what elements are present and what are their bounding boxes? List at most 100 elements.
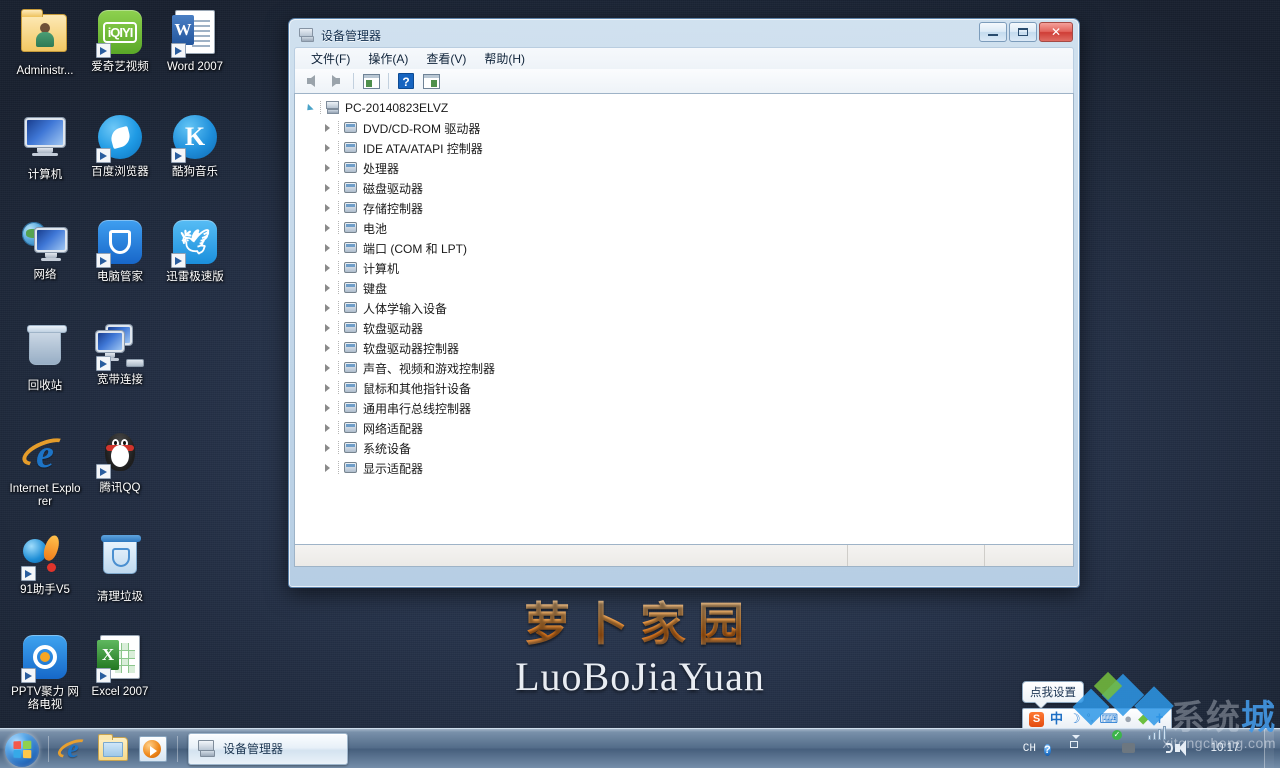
system-tray[interactable]: CH ? ✓ 10:17 — [1023, 729, 1280, 768]
desktop-icon-broadband[interactable]: 宽带连接 — [83, 323, 157, 387]
ime-tools-icon[interactable]: ✝ — [1154, 712, 1165, 726]
ime-punct-icon[interactable]: °, — [1087, 712, 1094, 726]
desktop-icon-iqiyi[interactable]: iQIYI 爱奇艺视频 — [83, 8, 157, 74]
menu-help[interactable]: 帮助(H) — [476, 48, 533, 69]
tray-language-indicator[interactable]: CH — [1023, 743, 1036, 755]
minimize-button[interactable] — [979, 22, 1007, 42]
tree-node[interactable]: IDE ATA/ATAPI 控制器 — [301, 138, 1073, 158]
expander-open-icon[interactable] — [303, 101, 317, 115]
properties-button[interactable] — [420, 71, 442, 91]
device-tree[interactable]: PC-20140823ELVZ DVD/CD-ROM 驱动器IDE ATA/AT… — [294, 93, 1074, 545]
ime-toolbar[interactable]: S 中 ☽ °, ⌨ ● ◆ ✝ — [1022, 708, 1172, 730]
expander-closed-icon[interactable] — [321, 261, 335, 275]
show-desktop-button[interactable] — [1264, 729, 1274, 769]
desktop[interactable]: 萝卜家园 LuoBoJiaYuan Administr... iQIYI 爱奇艺… — [0, 0, 1280, 768]
tree-node[interactable]: 显示适配器 — [301, 458, 1073, 478]
expander-closed-icon[interactable] — [321, 461, 335, 475]
expander-closed-icon[interactable] — [321, 161, 335, 175]
desktop-icon-administrator[interactable]: Administr... — [8, 8, 82, 78]
expander-closed-icon[interactable] — [321, 181, 335, 195]
desktop-icon-internet-explorer[interactable]: e Internet Explorer — [8, 428, 82, 509]
expander-closed-icon[interactable] — [321, 401, 335, 415]
desktop-icon-network[interactable]: 网络 — [8, 218, 82, 282]
expander-closed-icon[interactable] — [321, 201, 335, 215]
desktop-icon-thunder[interactable]: 🕊 迅雷极速版 — [158, 218, 232, 284]
ime-moon-icon[interactable]: ☽ — [1069, 712, 1081, 726]
expander-closed-icon[interactable] — [321, 361, 335, 375]
desktop-icon-kugou-music[interactable]: K 酷狗音乐 — [158, 113, 232, 179]
tree-node[interactable]: 声音、视频和游戏控制器 — [301, 358, 1073, 378]
expander-closed-icon[interactable] — [321, 321, 335, 335]
taskbar-window-list[interactable]: 设备管理器 — [188, 733, 348, 765]
tree-node[interactable]: 鼠标和其他指针设备 — [301, 378, 1073, 398]
tray-help-icon[interactable]: ? — [1044, 740, 1062, 758]
tree-node[interactable]: 通用串行总线控制器 — [301, 398, 1073, 418]
expander-closed-icon[interactable] — [321, 381, 335, 395]
ime-mode-label[interactable]: 中 — [1050, 712, 1063, 726]
tray-pc-manager-icon[interactable] — [1096, 740, 1114, 758]
expander-closed-icon[interactable] — [321, 281, 335, 295]
expander-closed-icon[interactable] — [321, 441, 335, 455]
menu-action[interactable]: 操作(A) — [360, 48, 416, 69]
desktop-icon-pc-manager[interactable]: 电脑管家 — [83, 218, 157, 284]
tree-node[interactable]: 系统设备 — [301, 438, 1073, 458]
window-controls[interactable]: ✕ — [979, 22, 1073, 42]
expander-closed-icon[interactable] — [321, 421, 335, 435]
tree-node[interactable]: 电池 — [301, 218, 1073, 238]
desktop-icon-recycle-bin[interactable]: 回收站 — [8, 323, 82, 393]
forward-button[interactable] — [325, 71, 347, 91]
tree-node[interactable]: 处理器 — [301, 158, 1073, 178]
taskbar-item-device-manager[interactable]: 设备管理器 — [188, 733, 348, 765]
taskbar-clock[interactable]: 10:17 — [1200, 742, 1252, 755]
tree-node[interactable]: 软盘驱动器控制器 — [301, 338, 1073, 358]
ime-skin-icon[interactable]: ◆ — [1138, 712, 1148, 726]
desktop-icon-91-assistant[interactable]: 91助手V5 — [8, 533, 82, 597]
tray-show-hidden-icon[interactable] — [1070, 740, 1088, 758]
quick-launch-media-player[interactable] — [133, 732, 173, 766]
tree-node[interactable]: DVD/CD-ROM 驱动器 — [301, 118, 1073, 138]
desktop-icon-baidu-browser[interactable]: 百度浏览器 — [83, 113, 157, 179]
desktop-icon-tencent-qq[interactable]: 腾讯QQ — [83, 428, 157, 495]
toolbar[interactable]: ? — [294, 69, 1074, 93]
start-button[interactable] — [2, 731, 44, 767]
maximize-button[interactable] — [1009, 22, 1037, 42]
tree-node[interactable]: 人体学输入设备 — [301, 298, 1073, 318]
show-hide-console-tree-button[interactable] — [360, 71, 382, 91]
tray-volume-icon[interactable] — [1174, 740, 1192, 758]
tree-node[interactable]: 键盘 — [301, 278, 1073, 298]
ime-user-icon[interactable]: ● — [1124, 712, 1132, 726]
tree-node[interactable]: 软盘驱动器 — [301, 318, 1073, 338]
taskbar[interactable]: e 设备管理器 CH ? — [0, 728, 1280, 768]
desktop-icon-computer[interactable]: 计算机 — [8, 113, 82, 182]
menu-view[interactable]: 查看(V) — [418, 48, 474, 69]
quick-launch-explorer[interactable] — [93, 732, 133, 766]
expander-closed-icon[interactable] — [321, 121, 335, 135]
tree-node[interactable]: 网络适配器 — [301, 418, 1073, 438]
tree-node[interactable]: 磁盘驱动器 — [301, 178, 1073, 198]
window-titlebar[interactable]: 设备管理器 ✕ — [294, 23, 1074, 47]
device-manager-window[interactable]: 设备管理器 ✕ 文件(F) 操作(A) 查看(V) 帮助(H) ? — [288, 18, 1080, 588]
ime-keyboard-icon[interactable]: ⌨ — [1099, 712, 1118, 726]
quick-launch-ie[interactable]: e — [53, 732, 93, 766]
sogou-logo-icon[interactable]: S — [1029, 712, 1044, 727]
desktop-icon-clean-trash[interactable]: 清理垃圾 — [83, 533, 157, 604]
menu-bar[interactable]: 文件(F) 操作(A) 查看(V) 帮助(H) — [294, 47, 1074, 69]
tree-node[interactable]: 端口 (COM 和 LPT) — [301, 238, 1073, 258]
desktop-icon-word-2007[interactable]: W Word 2007 — [158, 8, 232, 74]
ime-settings-tooltip[interactable]: 点我设置 — [1022, 681, 1084, 703]
menu-file[interactable]: 文件(F) — [303, 48, 358, 69]
expander-closed-icon[interactable] — [321, 241, 335, 255]
desktop-icon-excel-2007[interactable]: X Excel 2007 — [83, 633, 157, 699]
tray-network-icon[interactable] — [1148, 740, 1166, 758]
close-button[interactable]: ✕ — [1039, 22, 1073, 42]
expander-closed-icon[interactable] — [321, 301, 335, 315]
expander-closed-icon[interactable] — [321, 141, 335, 155]
tree-root-node[interactable]: PC-20140823ELVZ — [301, 98, 1073, 118]
tree-node[interactable]: 存储控制器 — [301, 198, 1073, 218]
tray-security-icon[interactable]: ✓ — [1122, 740, 1140, 758]
help-button[interactable]: ? — [395, 71, 417, 91]
back-button[interactable] — [300, 71, 322, 91]
tree-children[interactable]: DVD/CD-ROM 驱动器IDE ATA/ATAPI 控制器处理器磁盘驱动器存… — [301, 118, 1073, 478]
tree-node[interactable]: 计算机 — [301, 258, 1073, 278]
expander-closed-icon[interactable] — [321, 221, 335, 235]
